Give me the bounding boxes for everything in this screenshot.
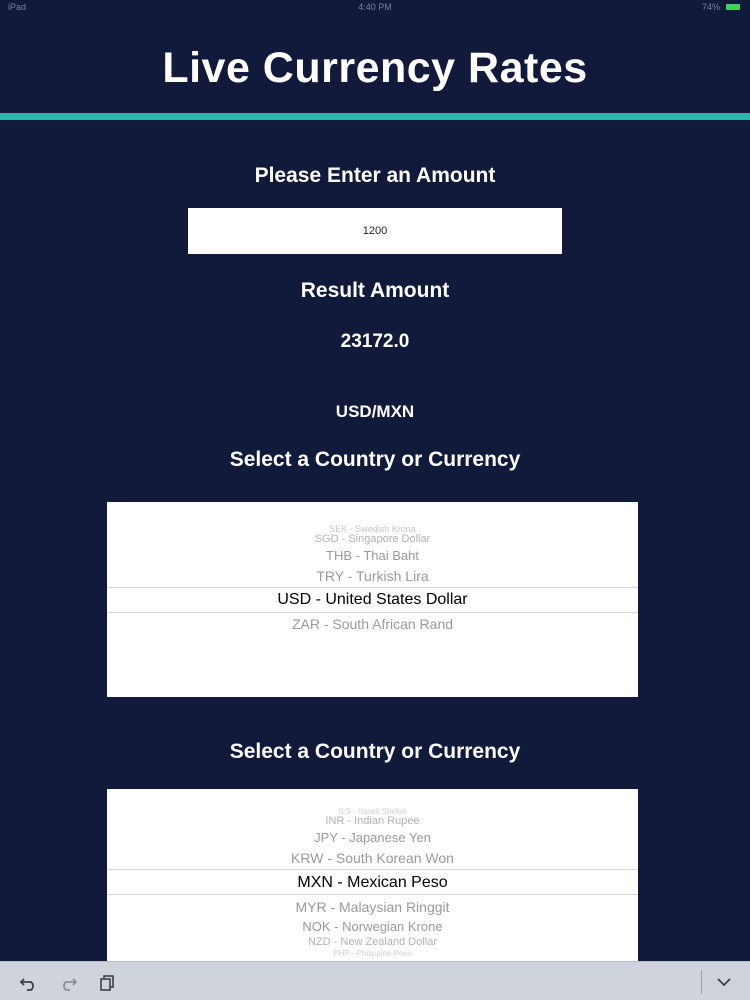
picker-option[interactable]: KRW - South Korean Won: [107, 850, 638, 866]
battery-percent: 74%: [701, 2, 720, 12]
picker-option[interactable]: ZAR - South African Rand: [107, 616, 638, 632]
picker-2-label: Select a Country or Currency: [229, 740, 521, 763]
currency-pair: USD/MXN: [335, 402, 415, 421]
chevron-down-icon[interactable]: [713, 971, 735, 993]
to-currency-picker[interactable]: ILS - Israeli Shekel INR - Indian Rupee …: [107, 789, 638, 961]
title-divider: [0, 113, 750, 120]
picker-option[interactable]: NOK - Norwegian Krone: [107, 919, 638, 934]
keyboard-toolbar: [0, 961, 750, 1000]
toolbar-divider: [701, 970, 702, 994]
status-bar: iPad 4:40 PM 74%: [0, 0, 750, 16]
picker-selected-option[interactable]: USD - United States Dollar: [107, 591, 638, 609]
picker-1-label: Select a Country or Currency: [229, 448, 521, 471]
picker-option[interactable]: INR - Indian Rupee: [107, 815, 638, 827]
copy-icon[interactable]: [96, 971, 118, 993]
picker-option[interactable]: JPY - Japanese Yen: [107, 830, 638, 845]
battery-icon: [726, 4, 740, 10]
amount-label: Please Enter an Amount: [254, 164, 496, 187]
picker-option[interactable]: TRY - Turkish Lira: [107, 568, 638, 584]
picker-option[interactable]: SGD - Singapore Dollar: [107, 533, 638, 545]
result-label: Result Amount: [300, 279, 450, 302]
page-title: Live Currency Rates: [162, 44, 588, 92]
undo-icon[interactable]: [18, 971, 40, 993]
from-currency-picker[interactable]: SEK - Swedish Krona SGD - Singapore Doll…: [107, 502, 638, 697]
amount-input[interactable]: [188, 208, 562, 254]
picker-selected-option[interactable]: MXN - Mexican Peso: [107, 874, 638, 892]
redo-icon[interactable]: [57, 971, 79, 993]
picker-option[interactable]: NZD - New Zealand Dollar: [107, 936, 638, 948]
result-value: 23172.0: [340, 331, 410, 352]
clock: 4:40 PM: [358, 2, 392, 12]
picker-option[interactable]: THB - Thai Baht: [107, 548, 638, 563]
picker-option[interactable]: MYR - Malaysian Ringgit: [107, 899, 638, 915]
picker-option[interactable]: PHP - Philippine Peso: [107, 949, 638, 958]
